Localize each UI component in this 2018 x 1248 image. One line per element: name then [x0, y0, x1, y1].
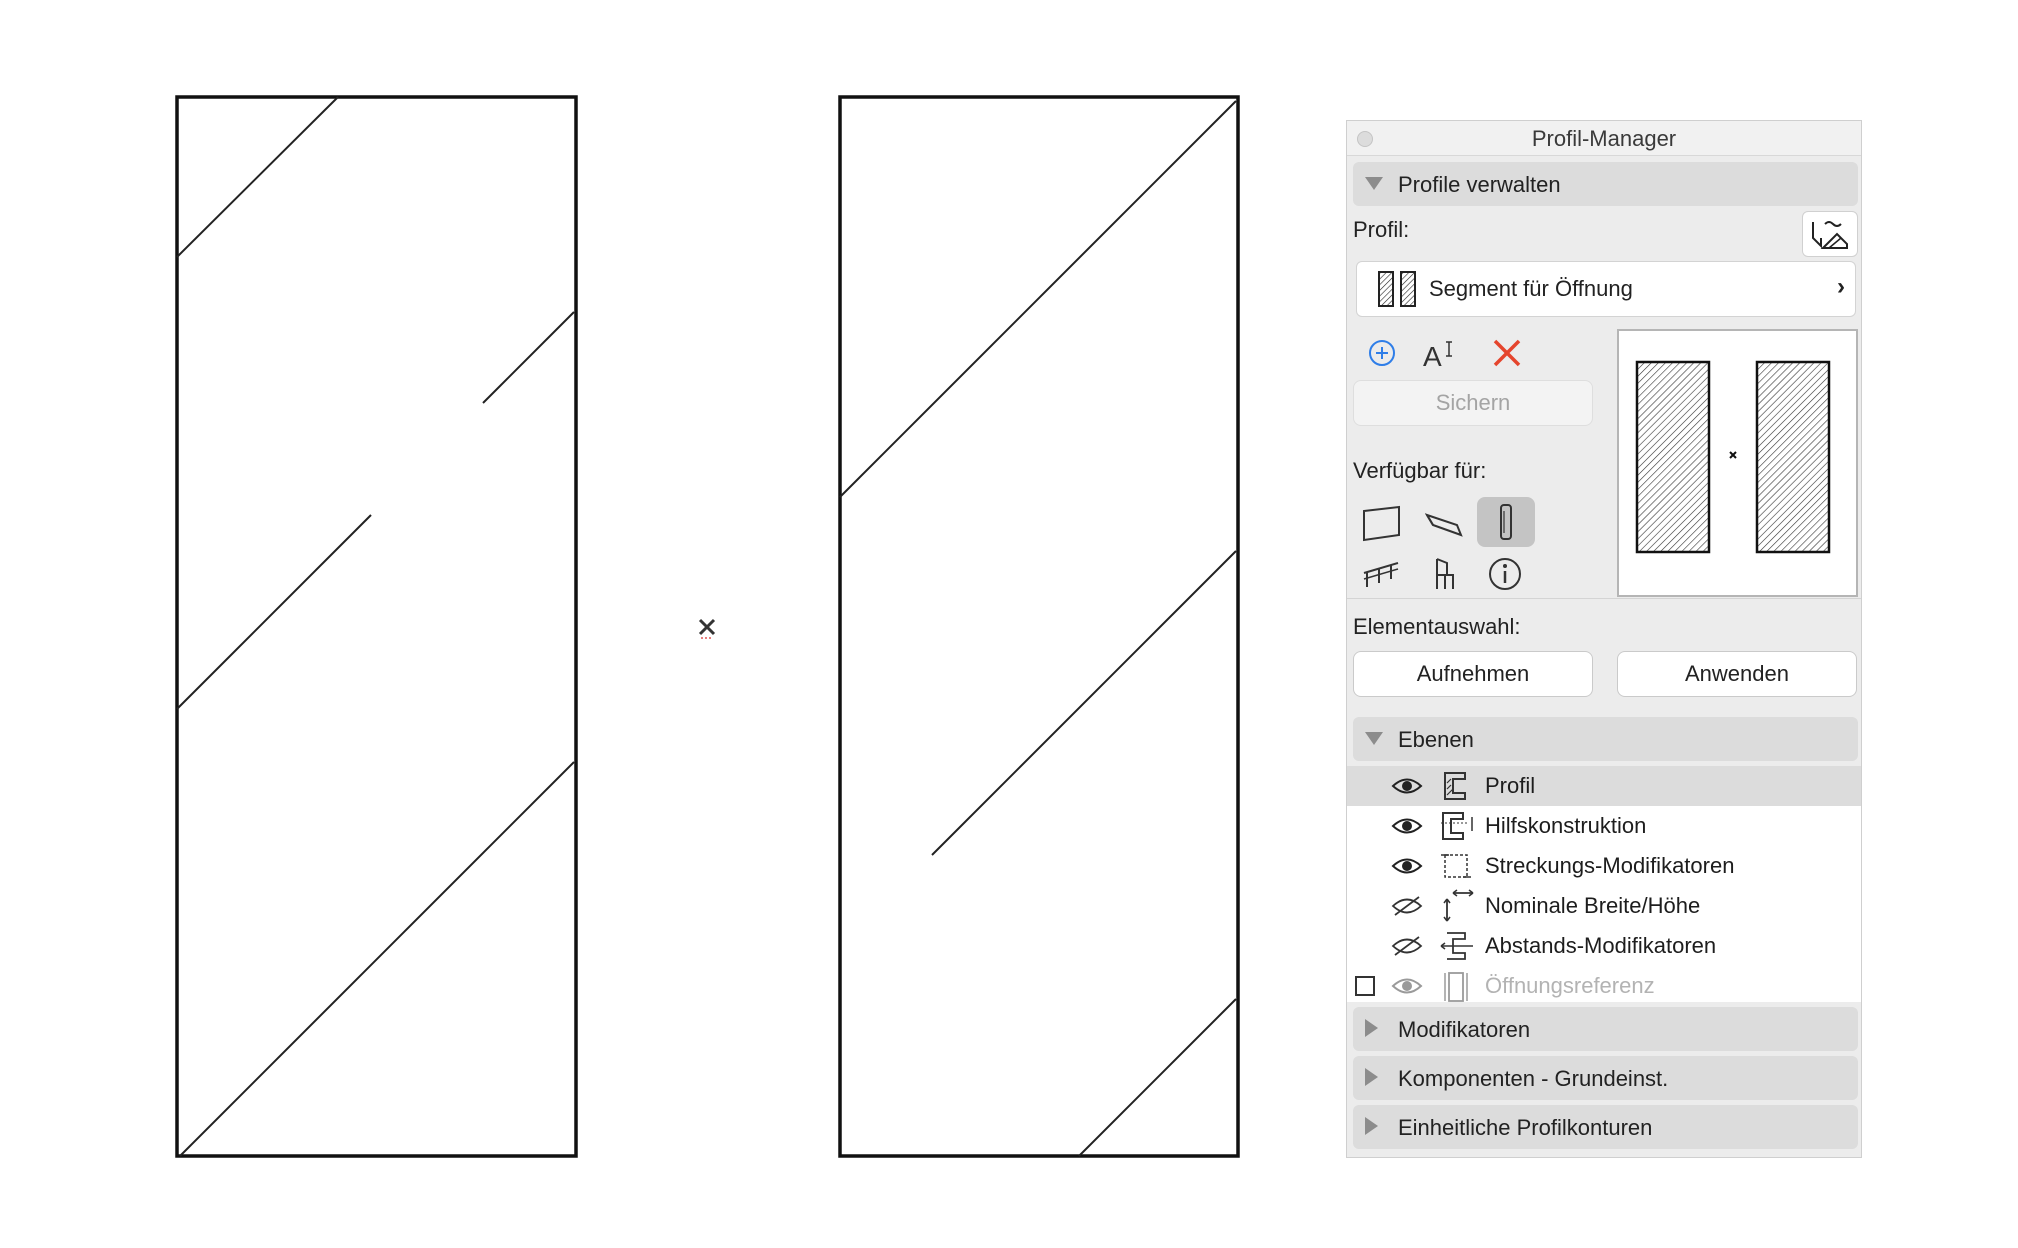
- layer-name: Abstands-Modifikatoren: [1485, 933, 1717, 958]
- eye-hidden-icon[interactable]: [1391, 935, 1423, 957]
- nominal-size-icon: [1443, 889, 1474, 922]
- section-components-label: Komponenten - Grundeinst.: [1398, 1066, 1669, 1091]
- section-modifiers-label: Modifikatoren: [1398, 1017, 1531, 1042]
- layer-list: Profil Hilfskonstruktion Streckungs-Modi…: [1347, 766, 1861, 1002]
- divider: [1347, 598, 1861, 599]
- disclosure-triangle-icon: [1365, 732, 1383, 745]
- section-contours-label: Einheitliche Profilkonturen: [1398, 1115, 1653, 1140]
- layer-row-offset-modifiers[interactable]: Abstands-Modifikatoren: [1347, 926, 1861, 966]
- layer-name: Nominale Breite/Höhe: [1485, 893, 1701, 918]
- eye-icon[interactable]: [1391, 775, 1423, 797]
- layer-checkbox[interactable]: [1355, 976, 1375, 996]
- opening-reference-icon: [1444, 972, 1468, 1002]
- layer-row-profile[interactable]: Profil: [1347, 766, 1861, 806]
- left-profile-segment[interactable]: [175, 95, 578, 1158]
- section-components[interactable]: Komponenten - Grundeinst.: [1353, 1056, 1858, 1100]
- layer-name: Öffnungsreferenz: [1485, 973, 1655, 998]
- profile-editor-button[interactable]: [1802, 211, 1858, 257]
- column-tool-icon: [1500, 504, 1512, 540]
- pick-up-button[interactable]: Aufnehmen: [1353, 651, 1593, 697]
- profile-edit-icon: [1812, 221, 1848, 249]
- eye-icon[interactable]: [1391, 855, 1423, 877]
- section-layers[interactable]: Ebenen: [1353, 717, 1858, 761]
- element-selection-label: Elementauswahl:: [1353, 614, 1521, 639]
- save-button[interactable]: Sichern: [1353, 380, 1593, 426]
- right-profile-segment[interactable]: [838, 95, 1240, 1158]
- disclosure-triangle-icon: [1365, 1019, 1378, 1037]
- svg-text:A: A: [1423, 341, 1442, 370]
- title-bar[interactable]: Profil-Manager: [1347, 121, 1861, 156]
- delete-profile-icon[interactable]: [1491, 337, 1523, 369]
- section-manage-profiles-label: Profile verwalten: [1398, 172, 1561, 197]
- profile-selector[interactable]: Segment für Öffnung ›: [1356, 261, 1856, 317]
- column-tool-toggle[interactable]: [1477, 497, 1535, 547]
- eye-icon[interactable]: [1391, 815, 1423, 837]
- origin-marker[interactable]: [698, 618, 716, 639]
- layer-row-opening-reference[interactable]: Öffnungsreferenz: [1347, 966, 1861, 1006]
- profile-name: Segment für Öffnung: [1429, 276, 1633, 301]
- available-for-label: Verfügbar für:: [1353, 458, 1487, 483]
- profile-preview-drawing: [1635, 360, 1831, 554]
- eye-hidden-icon[interactable]: [1391, 895, 1423, 917]
- rename-profile-icon[interactable]: A: [1421, 336, 1457, 370]
- info-icon[interactable]: [1487, 556, 1523, 592]
- construction-layer-icon: [1441, 812, 1473, 840]
- layer-name: Profil: [1485, 773, 1536, 798]
- apply-button[interactable]: Anwenden: [1617, 651, 1857, 697]
- eye-icon[interactable]: [1391, 975, 1423, 997]
- chevron-right-icon: ›: [1837, 273, 1845, 300]
- railing-tool-icon[interactable]: [1361, 557, 1401, 591]
- section-modifiers[interactable]: Modifikatoren: [1353, 1007, 1858, 1051]
- layer-row-nominal-size[interactable]: Nominale Breite/Höhe: [1347, 886, 1861, 926]
- section-contours[interactable]: Einheitliche Profilkonturen: [1353, 1105, 1858, 1149]
- layer-row-stretch-modifiers[interactable]: Streckungs-Modifikatoren: [1347, 846, 1861, 886]
- offset-modifier-icon: [1440, 932, 1473, 960]
- segment-profile-icon: [1378, 271, 1416, 307]
- beam-tool-icon[interactable]: [1425, 507, 1465, 541]
- wall-tool-icon[interactable]: [1361, 505, 1403, 543]
- section-manage-profiles[interactable]: Profile verwalten: [1353, 162, 1858, 206]
- section-layers-label: Ebenen: [1398, 727, 1474, 752]
- profile-preview: [1617, 329, 1858, 597]
- window-title: Profil-Manager: [1531, 126, 1677, 151]
- disclosure-triangle-icon: [1365, 1068, 1378, 1086]
- layer-row-construction[interactable]: Hilfskonstruktion: [1347, 806, 1861, 846]
- profile-manager-palette: Profil-Manager Profile verwalten Profil:…: [1346, 120, 1862, 1158]
- profile-layer-icon: [1444, 772, 1466, 800]
- disclosure-triangle-icon: [1365, 1117, 1378, 1135]
- add-profile-icon[interactable]: [1367, 338, 1397, 368]
- layer-name: Streckungs-Modifikatoren: [1485, 853, 1735, 878]
- stretch-modifier-icon: [1441, 854, 1471, 878]
- disclosure-triangle-icon: [1365, 177, 1383, 190]
- object-tool-icon[interactable]: [1427, 555, 1461, 593]
- layer-name: Hilfskonstruktion: [1485, 813, 1647, 838]
- profile-label: Profil:: [1353, 217, 1410, 242]
